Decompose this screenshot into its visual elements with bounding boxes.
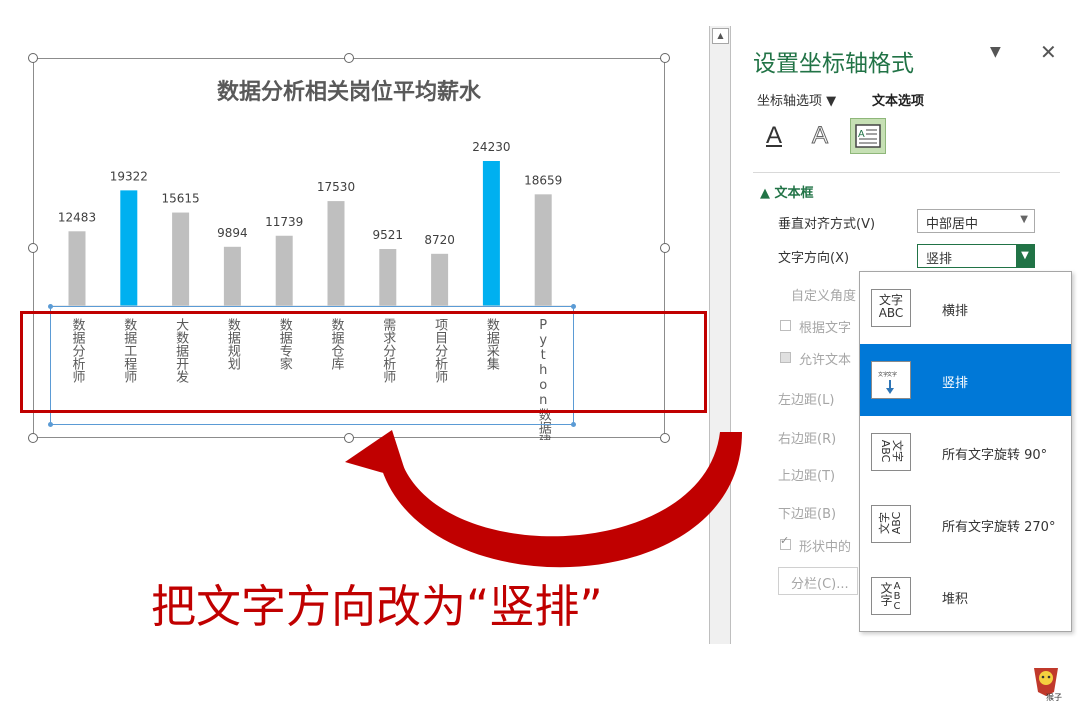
instruction-callout: 把文字方向改为“竖排” bbox=[151, 580, 603, 633]
logo-text: 猴子 bbox=[1046, 693, 1062, 702]
monkey-logo-icon bbox=[1034, 668, 1058, 696]
